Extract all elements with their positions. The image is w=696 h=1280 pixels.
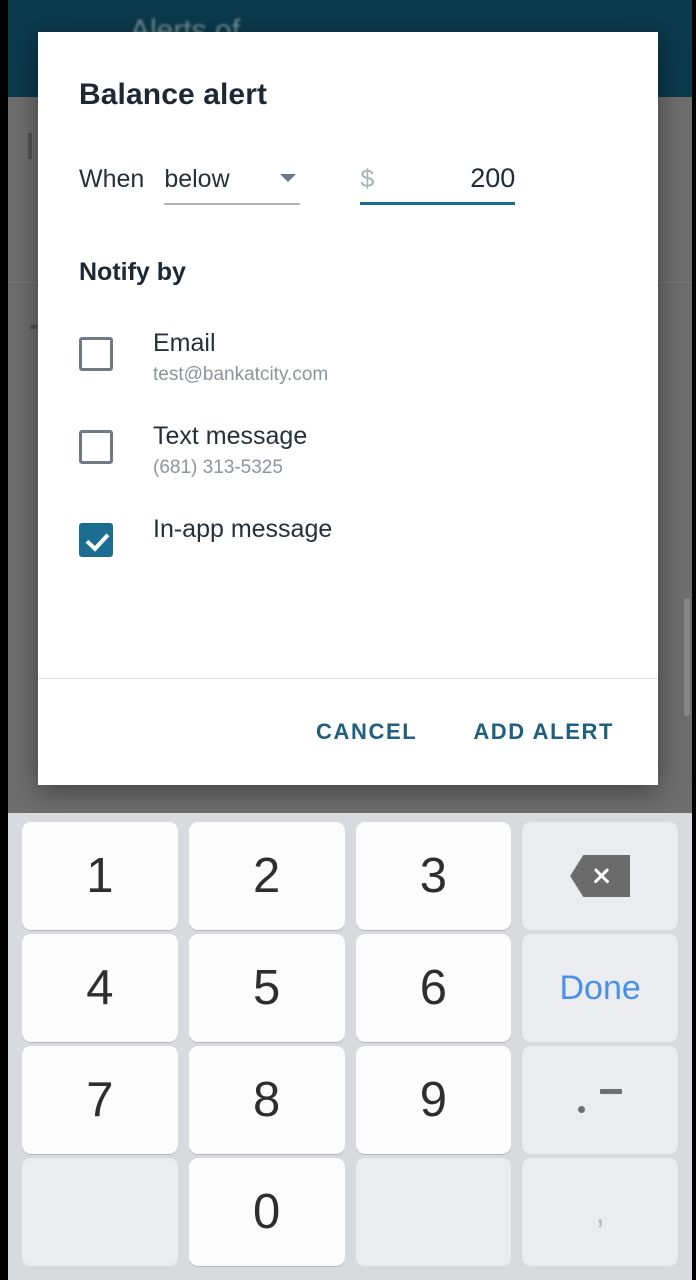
notify-option-label: Text message xyxy=(153,422,308,450)
notify-option-label: Email xyxy=(153,329,216,357)
key-1[interactable]: 1 xyxy=(22,822,178,930)
currency-symbol: $ xyxy=(360,165,375,193)
notify-option-detail: test@bankatcity.com xyxy=(153,364,329,385)
checkbox-text-message[interactable] xyxy=(79,430,113,464)
notify-by-heading: Notify by xyxy=(79,258,186,286)
checkbox-in-app-message[interactable] xyxy=(79,523,113,557)
key-label: 4 xyxy=(86,961,114,1015)
key-blank-left[interactable] xyxy=(22,1158,178,1266)
key-9[interactable]: 9 xyxy=(355,1046,512,1154)
notify-option-text-message[interactable]: Text message (681) 313-5325 xyxy=(38,422,658,479)
amount-input-field[interactable]: $ 200 xyxy=(360,163,516,205)
when-condition-row: When below $ 200 xyxy=(79,163,658,205)
key-4[interactable]: 4 xyxy=(22,934,178,1042)
notify-options-list: Email test@bankatcity.com Text message (… xyxy=(38,329,658,678)
keyboard-row: 4 5 6 Done xyxy=(22,934,678,1042)
key-8[interactable]: 8 xyxy=(188,1046,345,1154)
notify-option-detail: (681) 313-5325 xyxy=(153,457,283,478)
background-ghost-text xyxy=(30,325,37,329)
key-2[interactable]: 2 xyxy=(188,822,345,930)
checkbox-email[interactable] xyxy=(79,337,113,371)
notify-option-email[interactable]: Email test@bankatcity.com xyxy=(38,329,658,386)
chevron-down-icon xyxy=(280,174,297,182)
background-ghost-text xyxy=(28,133,32,159)
phone-screen: Alerts of Balance alert When below $ 200… xyxy=(0,0,696,1280)
keyboard-row: 1 2 3 xyxy=(22,822,678,930)
key-label: 6 xyxy=(419,961,447,1015)
key-7[interactable]: 7 xyxy=(22,1046,178,1154)
notify-option-in-app-message[interactable]: In-app message xyxy=(38,515,658,557)
keyboard-row: 0 , xyxy=(22,1158,678,1266)
key-6[interactable]: 6 xyxy=(355,934,512,1042)
backspace-icon xyxy=(570,855,631,897)
notify-option-texts: In-app message xyxy=(153,515,332,543)
notify-option-label: In-app message xyxy=(153,515,333,543)
amount-input-value: 200 xyxy=(470,163,516,193)
keyboard-row: 7 8 9 xyxy=(22,1046,678,1154)
numeric-keyboard: 1 2 3 4 5 6 Done 7 8 9 0 , xyxy=(8,813,692,1280)
key-label: Done xyxy=(559,968,641,1007)
key-label: 1 xyxy=(86,849,114,903)
key-0[interactable]: 0 xyxy=(188,1158,345,1266)
key-dot-dash[interactable] xyxy=(522,1046,678,1154)
dot-dash-icon xyxy=(578,1085,623,1115)
dot-glyph xyxy=(578,1106,586,1113)
key-label: 9 xyxy=(419,1073,447,1127)
key-label: 5 xyxy=(252,961,281,1015)
key-blank-right[interactable] xyxy=(355,1158,512,1266)
notify-option-texts: Email test@bankatcity.com xyxy=(153,329,328,386)
key-label: 2 xyxy=(252,849,281,903)
key-comma[interactable]: , xyxy=(522,1158,678,1266)
condition-select-value: below xyxy=(164,165,230,193)
scrollbar-thumb[interactable] xyxy=(684,598,690,716)
dash-glyph xyxy=(600,1089,623,1094)
condition-select[interactable]: below xyxy=(164,165,301,205)
key-3[interactable]: 3 xyxy=(355,822,512,930)
dialog-title: Balance alert xyxy=(79,78,268,111)
dialog-action-bar: CANCEL ADD ALERT xyxy=(38,678,658,785)
add-alert-button[interactable]: ADD ALERT xyxy=(467,709,620,755)
cancel-button[interactable]: CANCEL xyxy=(310,709,423,755)
balance-alert-dialog: Balance alert When below $ 200 Notify by… xyxy=(38,32,658,785)
key-5[interactable]: 5 xyxy=(188,934,345,1042)
notify-option-texts: Text message (681) 313-5325 xyxy=(153,422,307,479)
key-done[interactable]: Done xyxy=(522,934,678,1042)
key-label: 3 xyxy=(419,849,447,903)
key-backspace[interactable] xyxy=(522,822,678,930)
key-label: 7 xyxy=(86,1073,114,1127)
when-label: When xyxy=(79,165,145,193)
key-label: 0 xyxy=(252,1185,281,1239)
key-label: 8 xyxy=(252,1073,281,1127)
